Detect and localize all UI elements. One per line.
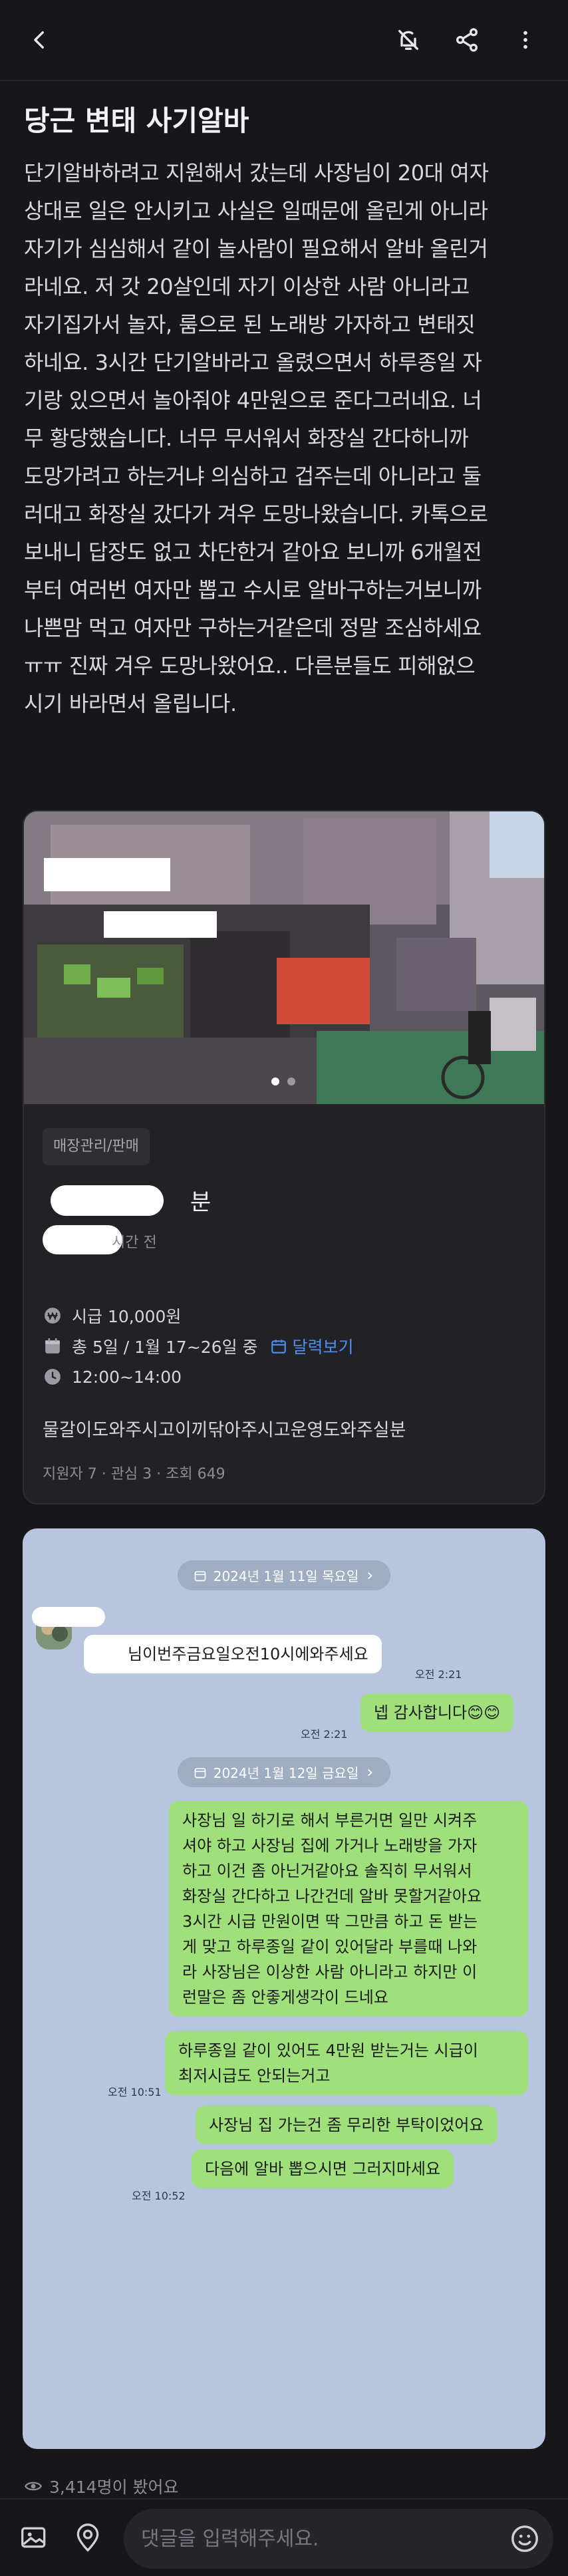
- outgoing-message: 사장님 일 하기로 해서 부른거면 일만 시켜주 셔야 하고 사장님 집에 가거…: [169, 1801, 528, 2017]
- more-options-button[interactable]: [505, 20, 545, 60]
- top-app-bar: [0, 0, 568, 80]
- image-icon: [21, 2527, 46, 2548]
- redacted-sender-name: [32, 1607, 105, 1627]
- schedule-row: 총 5일 / 1월 17~26일 중 달력보기: [43, 1333, 354, 1360]
- attach-location-button[interactable]: [69, 2519, 106, 2557]
- posted-time: 시간 전: [112, 1234, 157, 1251]
- store-photo-image: [24, 811, 544, 1104]
- comment-input-container[interactable]: [124, 2509, 553, 2569]
- message-time: 오전 10:52: [132, 2190, 186, 2202]
- comment-input[interactable]: [141, 2523, 487, 2554]
- hours-row: 12:00~14:00: [43, 1363, 182, 1390]
- wage-text: 시급 10,000원: [72, 1307, 182, 1326]
- redacted-recipient-name: [97, 1646, 125, 1664]
- date-divider: 2024년 1월 11일 목요일: [23, 1560, 545, 1590]
- category-badge: 매장관리/판매: [43, 1128, 150, 1165]
- calendar-view-link[interactable]: 달력보기: [270, 1334, 354, 1358]
- outgoing-message: 하루종일 같이 있어도 4만원 받는거는 시급이 최저시급도 안되는거고: [165, 2031, 528, 2095]
- job-description: 물갈이도와주시고이끼닦아주시고운영도와주실분: [43, 1420, 406, 1441]
- comment-bar: [0, 2498, 568, 2576]
- job-title-suffix: 분: [190, 1189, 212, 1216]
- calendar-view-label: 달력보기: [292, 1338, 354, 1357]
- message-time: 오전 2:21: [415, 1668, 462, 1681]
- incoming-message: 님이번주금요일오전10시에와주세요: [84, 1635, 382, 1673]
- emoji-button[interactable]: [509, 2523, 540, 2554]
- more-vertical-icon: [523, 31, 527, 49]
- date-divider-text: 2024년 1월 11일 목요일: [213, 1568, 359, 1584]
- bell-off-icon: [398, 30, 418, 51]
- post-body: 단기알바하려고 지원해서 갔는데 사장님이 20대 여자 상대로 일은 안시키고…: [24, 160, 489, 716]
- carousel-dot[interactable]: [287, 1077, 295, 1085]
- job-listing-card[interactable]: 매장관리/판매 분 시간 전 시급 10,000원 총 5일 / 1월 17~2…: [23, 810, 545, 1504]
- outgoing-message: 사장님 집 가는건 좀 무리한 부탁이었어요: [196, 2106, 497, 2144]
- chevron-right-icon: [368, 1572, 372, 1579]
- chevron-right-icon: [368, 1769, 372, 1776]
- date-divider: 2024년 1월 12일 금요일: [23, 1757, 545, 1787]
- message-time: 오전 2:21: [301, 1728, 348, 1741]
- outgoing-message: 다음에 알바 뽑으시면 그러지마세요: [192, 2150, 454, 2188]
- job-stats: 지원자 7 · 관심 3 · 조회 649: [43, 1466, 225, 1483]
- calendar-link-icon: [271, 1340, 286, 1354]
- calendar-icon: [194, 1767, 206, 1778]
- smile-icon: [511, 2525, 538, 2552]
- wage-row: 시급 10,000원: [43, 1302, 181, 1329]
- header-divider: [0, 80, 568, 81]
- store-photo: [24, 811, 544, 1104]
- share-button[interactable]: [447, 20, 487, 60]
- redacted-store-name: [51, 1185, 164, 1216]
- eye-icon: [25, 2482, 42, 2491]
- date-divider-text: 2024년 1월 12일 금요일: [213, 1765, 359, 1781]
- chevron-left-icon: [34, 31, 44, 49]
- calendar-icon: [194, 1570, 206, 1581]
- hours-text: 12:00~14:00: [72, 1367, 182, 1387]
- map-pin-icon: [76, 2523, 99, 2552]
- view-count: 3,414명이 봤어요: [24, 2474, 179, 2498]
- attach-photo-button[interactable]: [16, 2519, 53, 2557]
- schedule-text: 총 5일 / 1월 17~26일 중: [72, 1338, 258, 1357]
- wage-icon: [43, 1306, 63, 1326]
- message-time: 오전 10:51: [108, 2086, 162, 2098]
- share-icon: [456, 28, 478, 52]
- outgoing-message: 넵 감사합니다😊😊: [360, 1693, 514, 1732]
- post-title: 당근 변태 사기알바: [24, 104, 249, 137]
- calendar-icon: [43, 1336, 63, 1356]
- chat-screenshot: 2024년 1월 11일 목요일 님이번주금요일오전10시에와주세요 오전 2:…: [23, 1528, 545, 2449]
- back-button[interactable]: [20, 20, 60, 60]
- mute-notifications-button[interactable]: [388, 20, 428, 60]
- carousel-dot-active[interactable]: [271, 1077, 279, 1085]
- incoming-message-text: 님이번주금요일오전10시에와주세요: [128, 1645, 368, 1663]
- redacted-location: [43, 1225, 122, 1254]
- view-count-text: 3,414명이 봤어요: [49, 2478, 179, 2497]
- clock-icon: [43, 1367, 63, 1387]
